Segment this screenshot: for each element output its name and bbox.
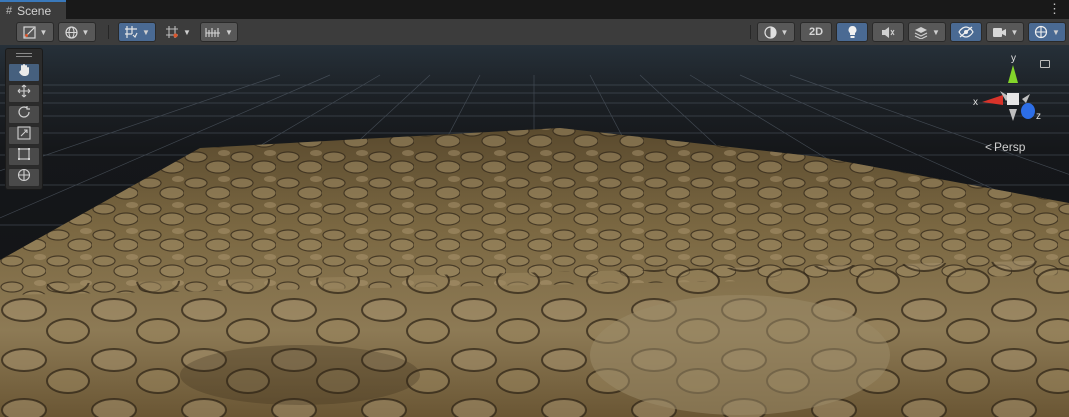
y-axis-cone[interactable]: [1008, 65, 1018, 83]
rotate-tool[interactable]: [8, 105, 40, 124]
shading-mode-button[interactable]: ▼: [757, 22, 795, 42]
rect-icon: [17, 147, 31, 166]
chevron-down-icon: ▼: [81, 27, 90, 37]
grid-icon: [165, 25, 179, 39]
rotate-icon: [17, 105, 31, 124]
z-axis-cone[interactable]: [1021, 103, 1035, 119]
toolbar-separator: [108, 25, 109, 39]
hand-icon: [18, 63, 31, 82]
camera-icon: [992, 27, 1007, 38]
chevron-down-icon: ▼: [1010, 27, 1019, 37]
audio-button[interactable]: [872, 22, 904, 42]
scene-render: [0, 74, 1069, 417]
transform-tool[interactable]: [8, 168, 40, 187]
eye-slash-icon: [958, 26, 974, 38]
drag-handle-icon[interactable]: [16, 53, 32, 54]
mode-2d-button[interactable]: 2D: [800, 22, 832, 42]
chevron-down-icon: ▼: [1052, 27, 1060, 37]
move-arrows-icon: [17, 84, 31, 103]
z-axis-label: z: [1036, 111, 1041, 122]
chevron-left-icon: <: [985, 140, 993, 154]
x-axis-cone[interactable]: [982, 95, 1003, 105]
scale-icon: [17, 126, 31, 145]
scene-toolbar: ▼ ▼ ▼ ▼ ▼ ▼ 2D ▼ ▼ ▼: [0, 19, 1069, 46]
gizmo-globe-icon: [1034, 25, 1048, 39]
chevron-down-icon: ▼: [932, 27, 940, 37]
increment-snap-button[interactable]: ▼: [200, 22, 238, 42]
orientation-gizmo[interactable]: y x z: [970, 53, 1060, 135]
scene-viewport[interactable]: [0, 45, 1069, 417]
ruler-icon: [205, 26, 221, 39]
chevron-down-icon: ▼: [183, 27, 191, 37]
projection-label: Persp: [994, 140, 1026, 154]
chevron-down-icon: ▼: [780, 27, 789, 37]
tab-bar: # Scene ⋮: [0, 0, 1069, 19]
tab-scene-label: Scene: [17, 3, 52, 18]
scale-tool[interactable]: [8, 126, 40, 145]
globe-icon: [64, 25, 78, 39]
hand-tool[interactable]: [8, 63, 40, 82]
toolbar-separator: [750, 25, 751, 39]
hidden-objects-button[interactable]: [950, 22, 982, 42]
grid-snap-icon: [124, 25, 138, 39]
y-axis-label: y: [1011, 53, 1016, 64]
effects-layers-icon: [914, 26, 928, 39]
chevron-down-icon: ▼: [39, 27, 48, 37]
scene-grid-icon: #: [6, 4, 13, 17]
move-tool[interactable]: [8, 84, 40, 103]
x-axis-label: x: [973, 97, 978, 108]
center-cube[interactable]: [1007, 93, 1019, 105]
chevron-down-icon: ▼: [142, 27, 150, 37]
draw-mode-icon: [22, 25, 36, 39]
effects-button[interactable]: ▼: [908, 22, 946, 42]
grid-settings-button[interactable]: ▼: [161, 22, 195, 42]
audio-mute-icon: [881, 26, 895, 39]
shading-sphere-icon: [763, 25, 777, 39]
projection-toggle[interactable]: < Persp: [985, 140, 1025, 154]
rect-tool[interactable]: [8, 147, 40, 166]
camera-button[interactable]: ▼: [986, 22, 1024, 42]
tab-scene[interactable]: # Scene: [0, 0, 66, 19]
transform-icon: [17, 168, 31, 187]
lighting-button[interactable]: [836, 22, 868, 42]
snap-toggle-button[interactable]: ▼: [118, 22, 156, 42]
more-menu-icon[interactable]: ⋮: [1048, 1, 1061, 16]
tool-palette: [5, 48, 43, 190]
global-local-button[interactable]: ▼: [58, 22, 96, 42]
light-bulb-icon: [847, 25, 858, 39]
draw-mode-button[interactable]: ▼: [16, 22, 54, 42]
chevron-down-icon: ▼: [225, 27, 233, 37]
gizmos-button[interactable]: ▼: [1028, 22, 1066, 42]
